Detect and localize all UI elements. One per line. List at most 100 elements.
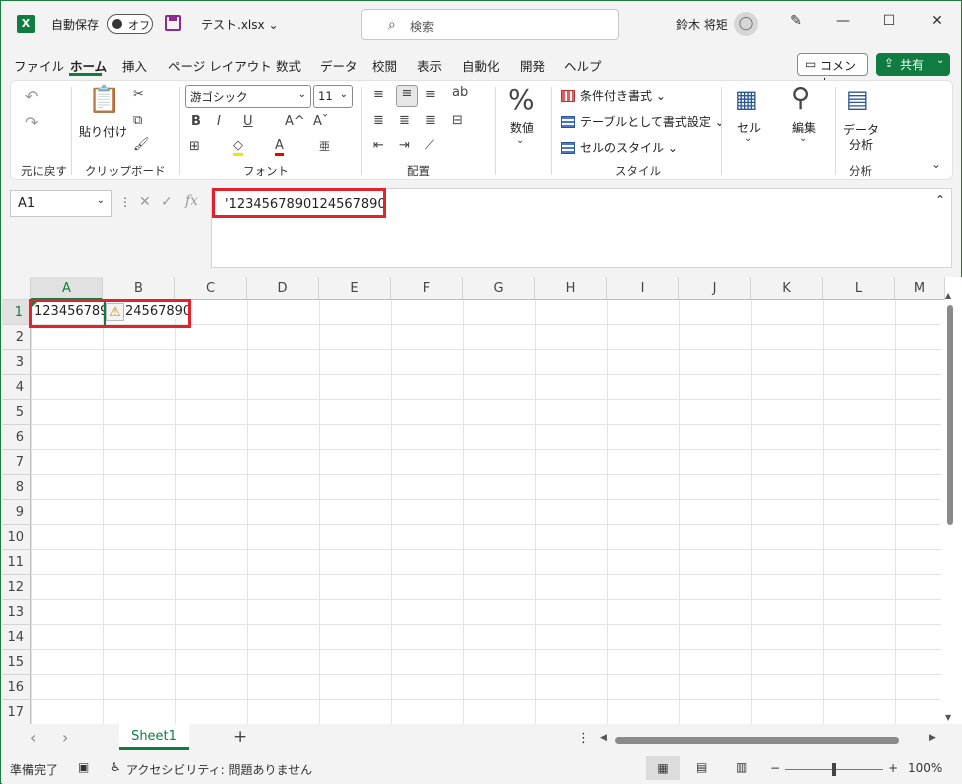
data-analysis-icon[interactable]: ▤ [846,85,869,113]
row-header[interactable]: 17 [2,700,31,724]
undo-icon[interactable]: ↶ [25,87,38,106]
column-header[interactable]: K [751,277,823,300]
row-header[interactable]: 4 [2,375,31,400]
zoom-level[interactable]: 100% [908,761,942,775]
select-all-corner[interactable] [2,277,31,300]
page-break-view-icon[interactable]: ▥ [736,760,747,774]
user-name[interactable]: 鈴木 将矩 [676,16,728,33]
column-header[interactable]: G [463,277,535,300]
next-sheet-icon[interactable]: › [62,728,68,747]
format-as-table-button[interactable]: テーブルとして書式設定 ⌄ [561,113,725,130]
macro-record-icon[interactable]: ▣ [78,760,89,774]
vertical-scroll-thumb[interactable] [947,305,953,525]
font-color-icon[interactable]: A [275,138,284,156]
page-layout-view-icon[interactable]: ▤ [696,760,707,774]
font-size-select[interactable]: 11 ⌄ [313,85,353,108]
spreadsheet-grid[interactable]: A B C D E F G H I J K L M 1 2 3 4 5 6 7 … [2,277,962,724]
format-painter-icon[interactable]: 🖌 [133,137,150,152]
tab-data[interactable]: データ [320,56,358,75]
column-header[interactable]: M [895,277,945,300]
tab-view[interactable]: 表示 [417,56,442,75]
grow-font-button[interactable]: A^ [285,114,305,129]
italic-button[interactable]: I [217,114,221,129]
row-header[interactable]: 9 [2,500,31,525]
phonetic-icon[interactable]: 亜 [319,138,330,154]
paste-icon[interactable]: 📋 [88,85,120,115]
scroll-right-icon[interactable]: ▶ [929,733,936,743]
row-header[interactable]: 11 [2,550,31,575]
name-box[interactable]: A1 ⌄ [10,190,112,217]
shrink-font-button[interactable]: Aˇ [313,114,328,129]
minimize-button[interactable]: — [833,13,853,29]
percent-icon[interactable]: % [508,83,535,116]
row-header[interactable]: 13 [2,600,31,625]
row-header[interactable]: 5 [2,400,31,425]
tab-insert[interactable]: 挿入 [122,56,147,75]
row-header[interactable]: 3 [2,350,31,375]
tab-automate[interactable]: 自動化 [462,56,500,75]
prev-sheet-icon[interactable]: ‹ [30,728,36,747]
cut-icon[interactable]: ✂ [133,87,144,102]
fill-color-icon[interactable]: ◇ [233,138,243,156]
align-left-icon[interactable]: ≣ [373,113,384,128]
tab-help[interactable]: ヘルプ [564,56,602,75]
column-header[interactable]: A [31,277,103,300]
share-button[interactable]: ⇪ 共有 ⌄ [876,53,950,76]
scroll-up-icon[interactable]: ▲ [945,291,951,300]
redo-icon[interactable]: ↷ [25,113,38,132]
number-format-label[interactable]: 数値 [505,119,539,136]
row-header[interactable]: 16 [2,675,31,700]
comment-button[interactable]: ▭ コメント [797,53,868,90]
column-header[interactable]: F [391,277,463,300]
conditional-format-button[interactable]: 条件付き書式 ⌄ [561,87,666,104]
align-middle-icon[interactable]: ≡ [396,85,418,107]
edit-search-icon[interactable]: ⚲ [791,83,810,113]
enter-icon[interactable]: ✓ [161,194,173,210]
row-header[interactable]: 10 [2,525,31,550]
avatar[interactable]: ◯ [734,12,758,36]
vertical-scrollbar[interactable]: ▲ ▼ [944,291,956,722]
column-header[interactable]: B [103,277,175,300]
border-icon[interactable]: ⊞ [189,139,200,154]
bold-button[interactable]: B [191,114,201,129]
align-center-icon[interactable]: ≣ [399,113,410,128]
scroll-down-icon[interactable]: ▼ [945,713,951,722]
zoom-slider-knob[interactable] [832,763,836,776]
row-header[interactable]: 1 [2,300,31,325]
tab-page-layout[interactable]: ページ レイアウト [168,56,272,75]
row-header[interactable]: 12 [2,575,31,600]
column-header[interactable]: I [607,277,679,300]
file-name[interactable]: テスト.xlsx ⌄ [201,16,279,33]
search-box[interactable]: ⌕ 検索 [361,9,619,40]
copy-icon[interactable]: ⧉ [133,113,142,128]
data-analysis-label-2[interactable]: 分析 [841,136,881,153]
collapse-ribbon-icon[interactable]: ⌄ [931,157,941,171]
zoom-in-button[interactable]: + [888,761,898,775]
more-sheets-icon[interactable]: ⋮ [577,731,590,746]
add-sheet-button[interactable]: + [233,727,247,747]
save-icon[interactable] [165,15,181,31]
underline-button[interactable]: U [243,114,253,129]
scroll-left-icon[interactable]: ◀ [600,733,607,743]
normal-view-icon[interactable]: ▦ [646,756,680,780]
horizontal-scroll-thumb[interactable] [615,737,899,744]
cells-icon[interactable]: ▦ [735,85,758,113]
tab-formulas[interactable]: 数式 [276,56,301,75]
orientation-icon[interactable]: ⟋ [425,138,434,153]
row-header[interactable]: 2 [2,325,31,350]
align-right-icon[interactable]: ≣ [425,113,436,128]
tab-developer[interactable]: 開発 [520,56,545,75]
row-header[interactable]: 15 [2,650,31,675]
align-top-icon[interactable]: ≡ [373,87,384,102]
column-header[interactable]: J [679,277,751,300]
tab-review[interactable]: 校閲 [372,56,397,75]
paste-label[interactable]: 貼り付け [79,123,127,140]
cancel-icon[interactable]: ✕ [139,194,151,210]
cell-styles-button[interactable]: セルのスタイル ⌄ [561,139,678,156]
tab-file[interactable]: ファイル [14,56,64,75]
row-header[interactable]: 14 [2,625,31,650]
cell-area[interactable] [31,300,941,724]
column-header[interactable]: H [535,277,607,300]
zoom-out-button[interactable]: − [770,761,780,775]
increase-indent-icon[interactable]: ⇥ [399,138,410,153]
